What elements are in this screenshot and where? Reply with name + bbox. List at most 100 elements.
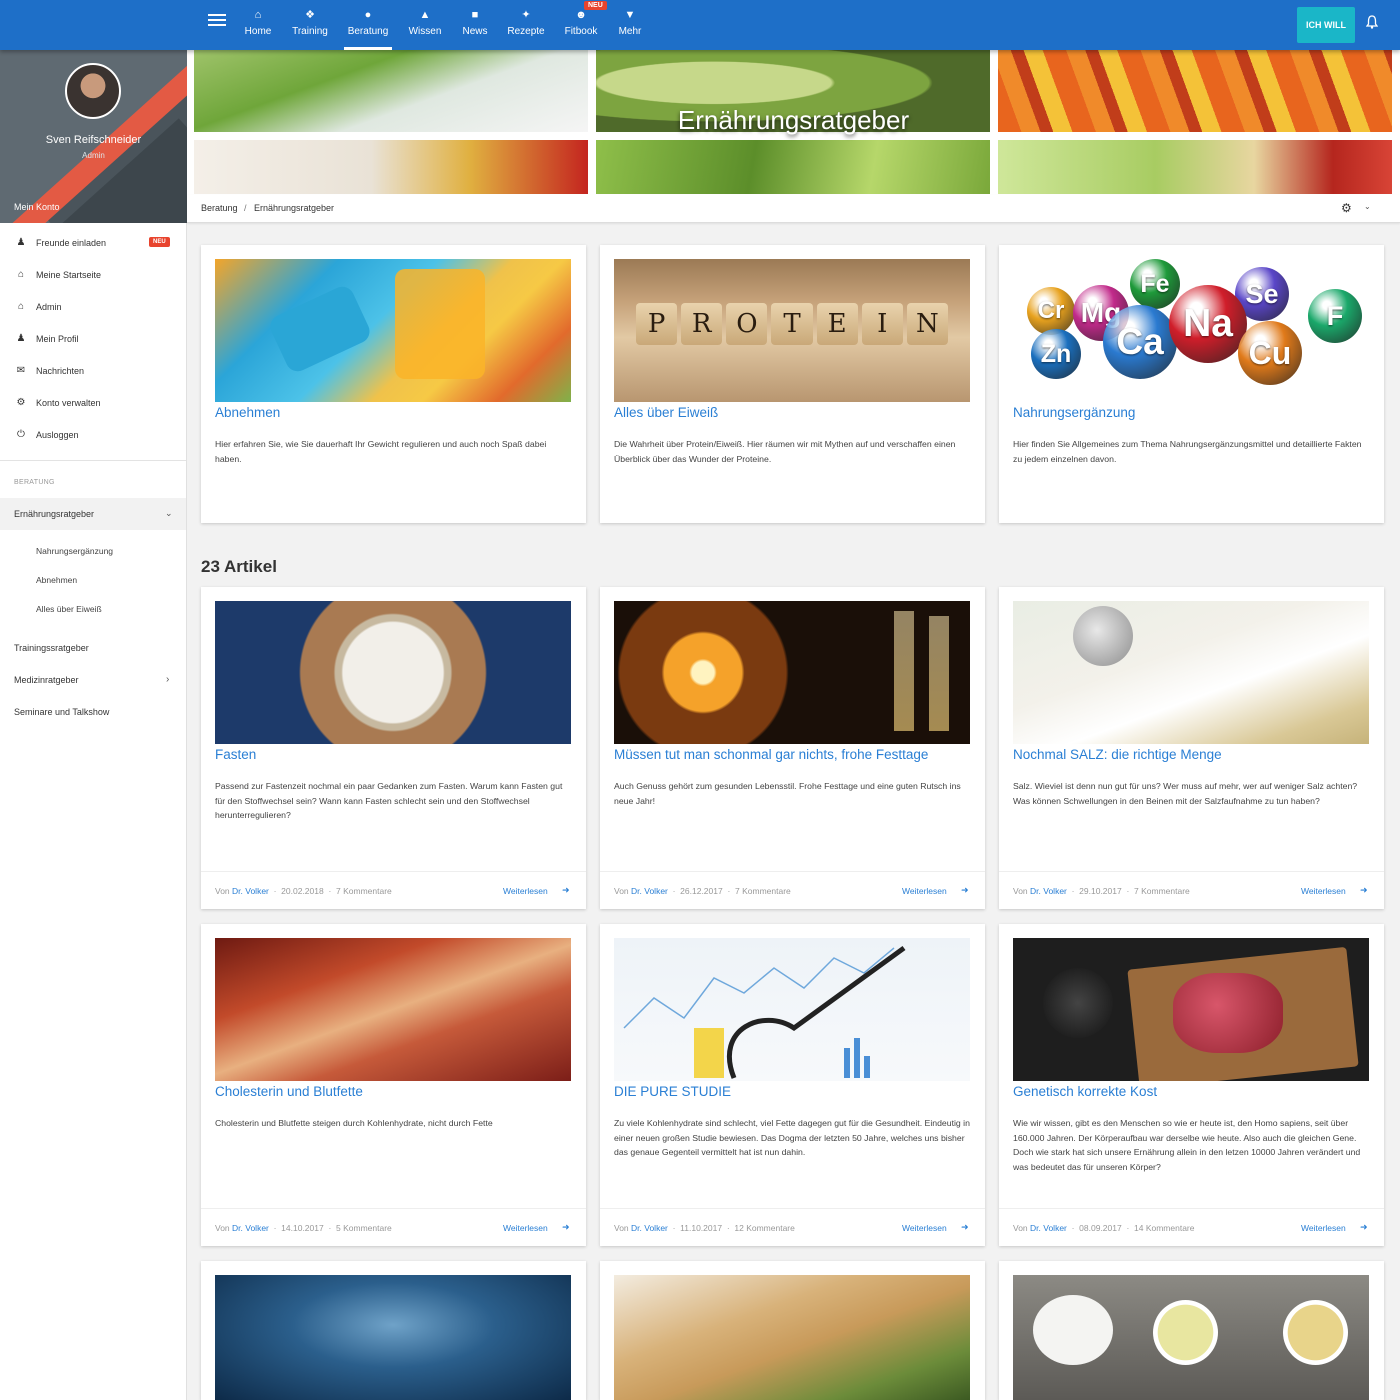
sidebar-divider	[0, 460, 186, 461]
read-more-link[interactable]: Weiterlesen	[503, 1223, 548, 1233]
sidebar-item-nachrichten[interactable]: ✉ Nachrichten	[0, 356, 186, 388]
date: 14.10.2017	[281, 1223, 324, 1233]
home-icon: ⌂	[17, 301, 25, 312]
nav-rezepte[interactable]: ✦ Rezepte	[506, 8, 546, 50]
gear-icon[interactable]: ⚙	[1341, 201, 1352, 215]
arrow-right-icon[interactable]: ➜	[961, 1222, 969, 1233]
home-icon: ⌂	[254, 9, 262, 21]
card-title[interactable]: Fasten	[215, 747, 256, 762]
read-more-link[interactable]: Weiterlesen	[902, 886, 947, 896]
sidebar-item-trainingsratgeber[interactable]: Trainingssratgeber	[14, 643, 89, 653]
avatar[interactable]	[65, 63, 121, 119]
sidebar-subitem-eiweiss[interactable]: Alles über Eiweiß	[36, 604, 102, 614]
featured-card-nahrungsergaenzung[interactable]: Cr Mg Fe Se Zn Ca Na F Cu Nahrungsergänzung Hier…	[999, 245, 1384, 523]
card-image	[215, 938, 571, 1081]
nav-mehr[interactable]: ▼ Mehr	[616, 8, 644, 50]
article-card-pure-studie[interactable]: DIE PURE STUDIE Zu viele Kohlenhydrate s…	[600, 924, 985, 1246]
author-link[interactable]: Dr. Volker	[631, 886, 668, 896]
card-image	[614, 938, 970, 1081]
article-card-tea[interactable]	[999, 1261, 1384, 1400]
sidebar-subitem-abnehmen[interactable]: Abnehmen	[36, 575, 77, 585]
arrow-right-icon[interactable]: ➜	[961, 885, 969, 896]
read-more-link[interactable]: Weiterlesen	[1301, 886, 1346, 896]
comments-count: 12 Kommentare	[734, 1223, 795, 1233]
sidebar-item-freunde-einladen[interactable]: ♟ Freunde einladen NEU	[0, 228, 186, 260]
card-title[interactable]: DIE PURE STUDIE	[614, 1084, 731, 1099]
author-link[interactable]: Dr. Volker	[232, 886, 269, 896]
sidebar-item-ausloggen[interactable]: ⏻ Ausloggen	[0, 420, 186, 452]
bell-icon[interactable]	[1365, 15, 1380, 31]
author-link[interactable]: Dr. Volker	[1030, 886, 1067, 896]
profile-header: Sven Reifschneider Admin Mein Konto	[0, 50, 187, 223]
nav-home[interactable]: ⌂ Home	[243, 8, 273, 50]
sidebar-item-mein-profil[interactable]: ♟ Mein Profil	[0, 324, 186, 356]
nav-training[interactable]: ❖ Training	[291, 8, 329, 50]
letter-cube: I	[861, 303, 903, 345]
article-card-genetisch[interactable]: Genetisch korrekte Kost Wie wir wissen, …	[999, 924, 1384, 1246]
header-banner: Ernährungsratgeber	[187, 50, 1400, 195]
profile-name: Sven Reifschneider	[45, 134, 142, 146]
banner-image-lettuce	[596, 140, 990, 194]
sidebar-item-konto-verwalten[interactable]: ⚙ Konto verwalten	[0, 388, 186, 420]
sidebar-group-ernaehrungsratgeber[interactable]: Ernährungsratgeber ⌄	[0, 498, 186, 530]
chevron-down-icon[interactable]: ⌄	[1364, 202, 1371, 211]
nav-wissen[interactable]: ▲ Wissen	[406, 8, 444, 50]
sidebar-item-meine-startseite[interactable]: ⌂ Meine Startseite	[0, 260, 186, 292]
card-description: Cholesterin und Blutfette steigen durch …	[215, 1118, 493, 1128]
card-title[interactable]: Cholesterin und Blutfette	[215, 1084, 363, 1099]
beratung-icon: ●	[364, 9, 372, 21]
card-title[interactable]: Müssen tut man schonmal gar nichts, froh…	[614, 747, 928, 762]
sidebar-item-admin[interactable]: ⌂ Admin	[0, 292, 186, 324]
letter-cube: T	[771, 303, 813, 345]
arrow-right-icon[interactable]: ➜	[562, 1222, 570, 1233]
sidebar-item-seminare[interactable]: Seminare und Talkshow	[14, 707, 109, 717]
sidebar-subitem-nahrungsergaenzung[interactable]: Nahrungsergänzung	[36, 546, 113, 556]
top-navbar: ⌂ Home ❖ Training ● Beratung ▲ Wissen ■ …	[0, 0, 1400, 50]
card-image	[1013, 1275, 1369, 1400]
breadcrumb-current: Ernährungsratgeber	[254, 203, 335, 213]
card-footer: Von Dr. Volker · 20.02.2018 · 7 Kommenta…	[201, 871, 586, 909]
featured-card-abnehmen[interactable]: Abnehmen Hier erfahren Sie, wie Sie daue…	[201, 245, 586, 523]
sidebar-item-medizinratgeber[interactable]: Medizinratgeber	[14, 675, 79, 685]
author-link[interactable]: Dr. Volker	[232, 1223, 269, 1233]
article-card-cholesterin[interactable]: Cholesterin und Blutfette Cholesterin un…	[201, 924, 586, 1246]
card-title[interactable]: Genetisch korrekte Kost	[1013, 1084, 1157, 1099]
article-card-salz[interactable]: Nochmal SALZ: die richtige Menge Salz. W…	[999, 587, 1384, 909]
letter-cube: N	[906, 303, 948, 345]
nav-fitbook[interactable]: NEU ☻ Fitbook	[563, 1, 607, 50]
arrow-right-icon[interactable]: ➜	[562, 885, 570, 896]
sidebar-section-label: BERATUNG	[14, 479, 55, 486]
read-more-link[interactable]: Weiterlesen	[1301, 1223, 1346, 1233]
read-more-link[interactable]: Weiterlesen	[503, 886, 548, 896]
arrow-right-icon[interactable]: ➜	[1360, 885, 1368, 896]
training-icon: ❖	[305, 9, 315, 21]
featured-card-eiweiss[interactable]: PROTEIN Alles über Eiweiß Die Wahrheit ü…	[600, 245, 985, 523]
article-card-festtage[interactable]: Müssen tut man schonmal gar nichts, froh…	[600, 587, 985, 909]
mein-konto-toggle[interactable]: Mein Konto	[14, 202, 60, 212]
card-title[interactable]: Alles über Eiweiß	[614, 405, 718, 420]
page-title: Ernährungsratgeber	[677, 105, 910, 135]
article-card-heart[interactable]	[201, 1261, 586, 1400]
author-link[interactable]: Dr. Volker	[1030, 1223, 1067, 1233]
power-icon: ⏻	[17, 429, 25, 440]
chevron-right-icon: ›	[166, 674, 170, 685]
card-title[interactable]: Nahrungsergänzung	[1013, 405, 1135, 420]
date: 11.10.2017	[680, 1223, 723, 1233]
date: 20.02.2018	[281, 886, 324, 896]
article-card-fasten[interactable]: Fasten Passend zur Fastenzeit nochmal ei…	[201, 587, 586, 909]
ich-will-button[interactable]: ICH WILL	[1297, 7, 1355, 43]
arrow-right-icon[interactable]: ➜	[1360, 1222, 1368, 1233]
read-more-link[interactable]: Weiterlesen	[902, 1223, 947, 1233]
card-image	[1013, 938, 1369, 1081]
author-link[interactable]: Dr. Volker	[631, 1223, 668, 1233]
menu-icon[interactable]	[208, 14, 226, 28]
mineral-ball: Ca	[1103, 305, 1177, 379]
card-title[interactable]: Abnehmen	[215, 405, 280, 420]
breadcrumb-beratung[interactable]: Beratung	[201, 203, 238, 213]
nav-news[interactable]: ■ News	[460, 8, 490, 50]
nav-beratung[interactable]: ● Beratung	[344, 8, 392, 50]
card-image	[614, 1275, 970, 1400]
article-card-soy[interactable]	[600, 1261, 985, 1400]
card-image	[614, 601, 970, 744]
card-title[interactable]: Nochmal SALZ: die richtige Menge	[1013, 747, 1222, 762]
